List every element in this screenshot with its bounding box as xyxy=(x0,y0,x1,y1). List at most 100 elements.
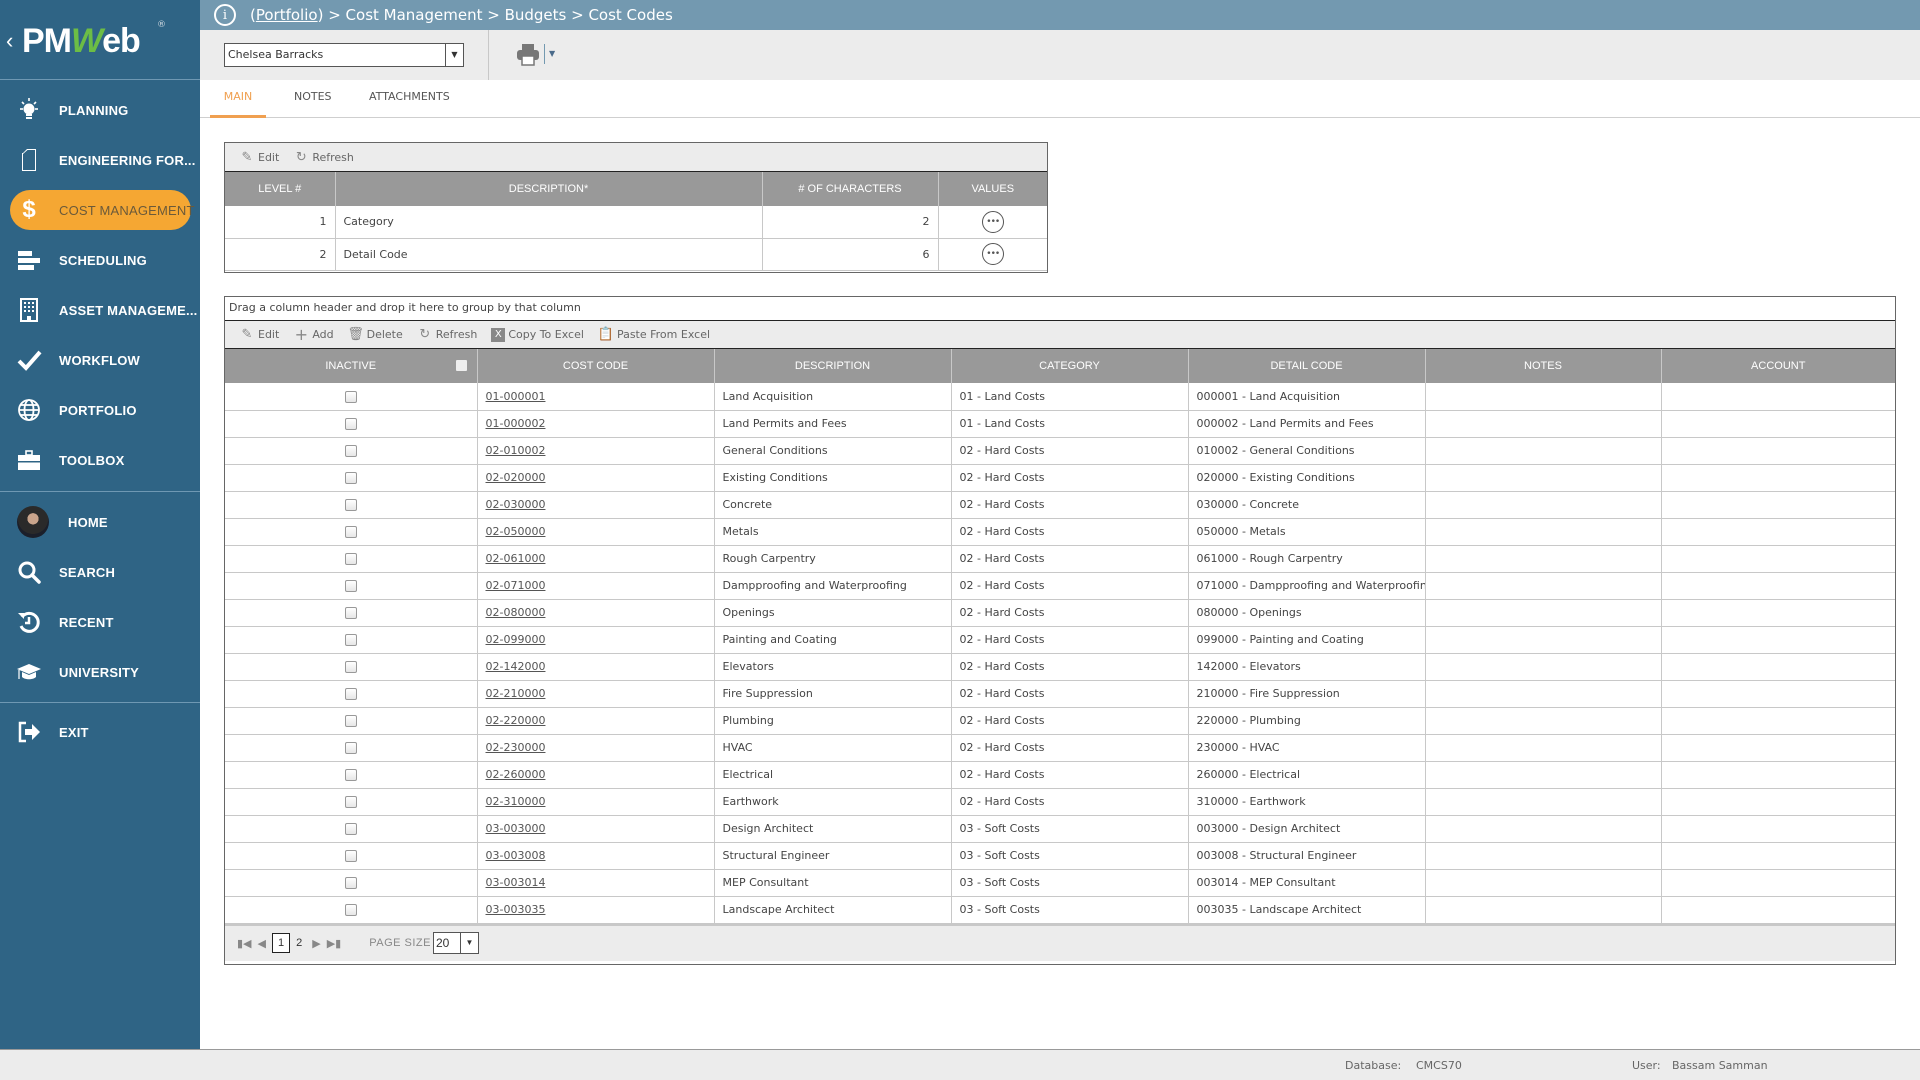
page-1-button[interactable]: 1 xyxy=(271,933,291,953)
column-header-description[interactable]: DESCRIPTION xyxy=(714,349,952,383)
tab-main[interactable]: MAIN xyxy=(210,80,266,118)
table-row[interactable]: 02-020000 Existing Conditions 02 - Hard Co… xyxy=(225,464,1895,492)
inactive-checkbox[interactable] xyxy=(344,904,357,916)
column-header-account[interactable]: ACCOUNT xyxy=(1661,349,1895,383)
inactive-checkbox[interactable] xyxy=(344,715,357,727)
table-row[interactable]: 02-220000 Plumbing 02 - Hard Costs 220000 -… xyxy=(225,707,1895,735)
inactive-checkbox[interactable] xyxy=(344,769,357,781)
table-row[interactable]: 02-142000 Elevators 02 - Hard Costs 142000 … xyxy=(225,653,1895,681)
table-row[interactable]: 03-003014 MEP Consultant 03 - Soft Costs 00… xyxy=(225,869,1895,897)
column-header-category[interactable]: CATEGORY xyxy=(951,349,1189,383)
info-icon[interactable]: i xyxy=(214,4,236,26)
inactive-checkbox[interactable] xyxy=(344,390,357,403)
cost-code-link[interactable]: 02-220000 xyxy=(486,714,546,727)
paste-from-excel-button[interactable]: 📋 Paste From Excel xyxy=(598,327,710,343)
print-icon[interactable] xyxy=(516,42,540,66)
column-header-notes[interactable]: NOTES xyxy=(1425,349,1662,383)
more-options-icon[interactable]: ••• xyxy=(981,243,1004,265)
cost-code-link[interactable]: 02-061000 xyxy=(486,552,546,565)
add-button[interactable]: + Add xyxy=(293,325,334,344)
inactive-checkbox[interactable] xyxy=(344,661,357,673)
table-row[interactable]: 02-210000 Fire Suppression 02 - Hard Costs… xyxy=(225,680,1895,708)
chevron-down-icon[interactable]: ▼ xyxy=(459,933,478,953)
inactive-checkbox[interactable] xyxy=(344,877,357,889)
inactive-checkbox[interactable] xyxy=(344,850,357,862)
level-characters[interactable]: 6 xyxy=(762,238,939,271)
edit-button[interactable]: ✎ Edit xyxy=(239,149,280,165)
sidebar-item-exit[interactable]: EXIT xyxy=(0,712,200,752)
cost-code-link[interactable]: 02-310000 xyxy=(486,795,546,808)
table-row[interactable]: 02-310000 Earthwork 02 - Hard Costs 310000 … xyxy=(225,788,1895,816)
collapse-chevron-icon[interactable]: ‹ xyxy=(6,28,13,54)
print-dropdown-icon[interactable]: ▼ xyxy=(544,44,555,64)
first-page-icon[interactable]: ▮◀ xyxy=(237,937,252,950)
cost-code-link[interactable]: 02-260000 xyxy=(486,768,546,781)
table-row[interactable]: 03-003000 Design Architect 03 - Soft Costs… xyxy=(225,815,1895,843)
more-options-icon[interactable]: ••• xyxy=(981,210,1004,233)
cost-code-link[interactable]: 02-142000 xyxy=(486,660,546,673)
project-select[interactable]: Chelsea Barracks ▼ xyxy=(224,43,464,67)
table-row[interactable]: 02-071000 Dampproofing and Waterproofing 0… xyxy=(225,572,1895,600)
copy-to-excel-button[interactable]: X Copy To Excel xyxy=(491,327,584,342)
sidebar-item-university[interactable]: UNIVERSITY xyxy=(0,652,200,692)
inactive-checkbox[interactable] xyxy=(344,634,357,646)
cost-code-link[interactable]: 03-003000 xyxy=(486,822,546,835)
tab-attachments[interactable]: ATTACHMENTS xyxy=(369,80,450,118)
page-2-button[interactable]: 2 xyxy=(296,937,302,949)
column-header-detail-code[interactable]: DETAIL CODE xyxy=(1188,349,1426,383)
level-characters[interactable]: 2 xyxy=(762,206,939,239)
table-row[interactable]: 02-230000 HVAC 02 - Hard Costs 230000 - HVA… xyxy=(225,734,1895,762)
refresh-button[interactable]: ↻ Refresh xyxy=(293,149,354,165)
sidebar-item-cost-management[interactable]: $ COST MANAGEMENT xyxy=(10,190,194,230)
table-row[interactable]: 02-010002 General Conditions 02 - Hard Cos… xyxy=(225,437,1895,465)
cost-code-link[interactable]: 02-210000 xyxy=(486,687,546,700)
table-row[interactable]: 02-050000 Metals 02 - Hard Costs 050000 - M… xyxy=(225,518,1895,546)
edit-button[interactable]: ✎ Edit xyxy=(239,327,280,343)
level-row[interactable]: 1 Category 2 ••• xyxy=(225,206,1047,239)
table-row[interactable]: 01-000001 Land Acquisition 01 - Land Costs… xyxy=(225,383,1895,411)
table-row[interactable]: 02-030000 Concrete 02 - Hard Costs 030000 -… xyxy=(225,491,1895,519)
column-header-inactive[interactable]: INACTIVE xyxy=(225,349,478,383)
inactive-checkbox[interactable] xyxy=(344,499,357,511)
table-row[interactable]: 02-080000 Openings 02 - Hard Costs 080000 -… xyxy=(225,599,1895,627)
sidebar-item-portfolio[interactable]: PORTFOLIO xyxy=(0,390,200,430)
column-header-description[interactable]: DESCRIPTION* xyxy=(335,172,763,206)
cost-code-link[interactable]: 01-000002 xyxy=(486,417,546,430)
cost-code-link[interactable]: 02-071000 xyxy=(486,579,546,592)
table-row[interactable]: 03-003035 Landscape Architect 03 - Soft Co… xyxy=(225,896,1895,924)
inactive-checkbox[interactable] xyxy=(344,526,357,538)
table-row[interactable]: 03-003008 Structural Engineer 03 - Soft Co… xyxy=(225,842,1895,870)
sidebar-item-recent[interactable]: RECENT xyxy=(0,602,200,642)
column-header-cost-code[interactable]: COST CODE xyxy=(477,349,715,383)
cost-code-link[interactable]: 02-030000 xyxy=(486,498,546,511)
cost-code-link[interactable]: 03-003035 xyxy=(486,903,546,916)
inactive-checkbox[interactable] xyxy=(344,472,357,484)
cost-code-link[interactable]: 01-000001 xyxy=(486,390,546,403)
cost-code-link[interactable]: 02-020000 xyxy=(486,471,546,484)
level-row[interactable]: 2 Detail Code 6 ••• xyxy=(225,238,1047,271)
inactive-checkbox[interactable] xyxy=(344,823,357,835)
breadcrumb-portfolio-link[interactable]: Portfolio xyxy=(256,6,318,24)
inactive-checkbox[interactable] xyxy=(344,688,357,700)
cost-code-link[interactable]: 02-099000 xyxy=(486,633,546,646)
table-row[interactable]: 02-260000 Electrical 02 - Hard Costs 260000… xyxy=(225,761,1895,789)
cost-code-link[interactable]: 02-080000 xyxy=(486,606,546,619)
inactive-checkbox[interactable] xyxy=(344,580,357,592)
inactive-checkbox[interactable] xyxy=(344,418,357,430)
refresh-button[interactable]: ↻ Refresh xyxy=(417,327,477,343)
inactive-checkbox[interactable] xyxy=(344,553,357,565)
group-by-drop-area[interactable]: Drag a column header and drop it here to… xyxy=(225,297,1895,321)
sidebar-item-workflow[interactable]: WORKFLOW xyxy=(0,340,200,380)
cost-code-link[interactable]: 02-230000 xyxy=(486,741,546,754)
cost-code-link[interactable]: 02-050000 xyxy=(486,525,546,538)
tab-notes[interactable]: NOTES xyxy=(294,80,332,118)
sidebar-item-asset-management[interactable]: ASSET MANAGEME... xyxy=(0,290,200,330)
inactive-checkbox[interactable] xyxy=(344,796,357,808)
page-size-select[interactable]: 20 ▼ xyxy=(432,932,479,954)
cost-code-link[interactable]: 02-010002 xyxy=(486,444,546,457)
column-header-characters[interactable]: # OF CHARACTERS xyxy=(762,172,939,206)
table-row[interactable]: 02-061000 Rough Carpentry 02 - Hard Costs 0… xyxy=(225,545,1895,573)
inactive-checkbox[interactable] xyxy=(344,445,357,457)
select-all-checkbox[interactable] xyxy=(455,360,467,371)
table-row[interactable]: 01-000002 Land Permits and Fees 01 - Land … xyxy=(225,410,1895,438)
